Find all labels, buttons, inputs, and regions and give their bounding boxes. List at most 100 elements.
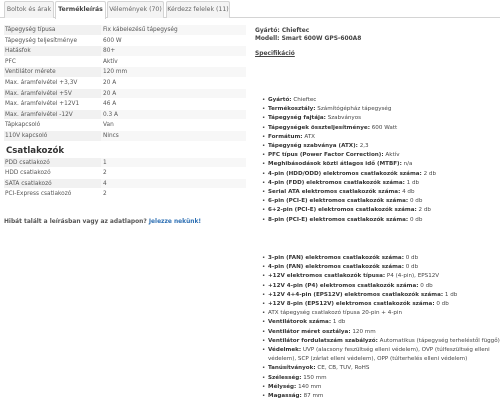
- feature-item: 4-pin (HDD/ODD) elektromos csatlakozók s…: [262, 170, 500, 179]
- spec-key: Max. áramfelvétel +5V: [4, 88, 101, 99]
- feature-item: Formátum: ATX: [262, 133, 500, 142]
- feature-value: 4 db: [402, 189, 415, 196]
- tab-bar: Boltok és árak Termékleírás Vélemények (…: [0, 0, 500, 19]
- feature-item: +12V 4+4-pin (EPS12V) elektromos csatlak…: [262, 291, 500, 300]
- feature-item: 8-pin (PCI-E) elektromos csatlakozók szá…: [262, 216, 500, 225]
- spec-value: 120 mm: [101, 67, 246, 77]
- feature-value: 0 db: [409, 198, 423, 205]
- feature-label: Tápegység fajtája:: [268, 115, 326, 122]
- feature-label: 4-pin (HDD/ODD) elektromos csatlakozók s…: [268, 170, 422, 177]
- spec-row: Tápegység teljesítménye 600 W: [4, 35, 246, 47]
- spec-key: PFC: [4, 56, 101, 67]
- specification-link[interactable]: Specifikáció: [255, 51, 295, 57]
- feature-item: Tanúsítványok: CE, CB, TUV, RoHS: [262, 364, 500, 373]
- feature-item: Magasság: 87 mm: [262, 392, 500, 401]
- feature-label: 6-pin (PCI-E) elektromos csatlakozók szá…: [268, 198, 409, 205]
- spec-value: 80+: [101, 46, 246, 56]
- spec-value: 2: [101, 189, 246, 199]
- spec-value: 0.3 A: [101, 109, 246, 120]
- spec-value: 20 A: [101, 88, 246, 99]
- spec-key: Max. áramfelvétel +12V1: [4, 99, 101, 109]
- feature-value: Számítógépház tápegység: [317, 106, 392, 113]
- feature-value: 1 db: [406, 179, 420, 186]
- feature-value: ATX tápegység csatlakozó típusa 20-pin +…: [268, 310, 402, 317]
- feature-item: Termékosztály: Számítógépház tápegység: [262, 105, 500, 114]
- spec-key: Hatásfok: [4, 46, 101, 56]
- spec-key: HDD csatlakozó: [4, 168, 101, 178]
- report-link[interactable]: Jelezze nekünk!: [149, 219, 201, 225]
- feature-list-extra: 3-pin (FAN) elektromos csatlakozók száma…: [262, 254, 500, 401]
- feature-label: +12V 4-pin (P4) elektromos csatlakozók s…: [268, 282, 419, 289]
- spec-row: 110V kapcsoló Nincs: [4, 130, 246, 142]
- spec-row: PFC Aktív: [4, 56, 246, 68]
- feature-item: Tápegység fajtája: Szabványos: [262, 114, 500, 123]
- spec-row: Hatásfok 80+: [4, 46, 246, 57]
- feature-item: Serial ATA elektromos csatlakozók száma:…: [262, 188, 500, 197]
- feature-item: 4-pin (FDD) elektromos csatlakozók száma…: [262, 179, 500, 188]
- spec-value: Nincs: [101, 130, 246, 141]
- feature-value: 2 db: [418, 207, 431, 214]
- feature-item: 6-pin (PCI-E) elektromos csatlakozók szá…: [262, 197, 500, 206]
- feature-value: 1 db: [444, 291, 458, 298]
- feature-value: Szabványos: [327, 115, 362, 122]
- feature-label: Termékosztály:: [268, 106, 316, 113]
- tab-reviews[interactable]: Vélemények (70): [107, 1, 164, 18]
- model: Modell: Smart 600W GPS-600A8: [255, 36, 362, 42]
- feature-label: Ventilátor méret osztálya:: [268, 328, 351, 335]
- feature-value: Automatikus (tápegység terheléstől függő…: [379, 337, 500, 344]
- spec-value: Aktív: [101, 56, 246, 67]
- tab-product-description[interactable]: Termékleírás: [55, 1, 106, 19]
- feature-label: Gyártó:: [268, 97, 292, 103]
- spec-row: Max. áramfelvétel +3,3V 20 A: [4, 77, 246, 89]
- feature-item: 3-pin (FAN) elektromos csatlakozók száma…: [262, 254, 500, 263]
- feature-value: CE, CB, TUV, RoHS: [317, 365, 370, 372]
- feature-value: 120 mm: [352, 328, 376, 335]
- spec-row: Max. áramfelvétel +12V1 46 A: [4, 99, 246, 110]
- feature-label: 3-pin (FAN) elektromos csatlakozók száma…: [268, 255, 404, 261]
- feature-item: Ventilátor méret osztálya: 120 mm: [262, 328, 500, 337]
- feature-label: Ventilátor fordulatszám szabályzó:: [268, 337, 378, 344]
- feature-item: 6+2-pin (PCI-E) elektromos csatlakozók s…: [262, 206, 500, 215]
- feature-label: Mélység:: [268, 383, 297, 390]
- feature-value: n/a: [403, 161, 413, 168]
- feature-item: Gyártó: Chieftec: [262, 96, 500, 105]
- feature-item: Szélesség: 150 mm: [262, 374, 500, 383]
- tab-questions[interactable]: Kérdezz felelek (11): [166, 1, 230, 18]
- spec-key: Max. áramfelvétel +3,3V: [4, 77, 101, 88]
- feature-label: Védelmek:: [268, 347, 302, 354]
- feature-item: Tápegységek összteljesítménye: 600 Watt: [262, 124, 500, 133]
- spec-row: HDD csatlakozó 2: [4, 168, 246, 179]
- spec-row: Tápkapcsoló Van: [4, 120, 246, 131]
- feature-item: Ventilátor fordulatszám szabályzó: Autom…: [262, 337, 500, 346]
- product-info: Gyártó: Chieftec Modell: Smart 600W GPS-…: [255, 27, 500, 57]
- feature-label: PFC típus (Power Factor Correction):: [268, 152, 384, 159]
- feature-label: 8-pin (PCI-E) elektromos csatlakozók szá…: [268, 216, 409, 223]
- feature-value: 150 mm: [303, 374, 327, 381]
- feature-value: 0 db: [409, 216, 423, 223]
- feature-label: Formátum:: [268, 133, 303, 140]
- feature-label: Magasság:: [268, 393, 302, 400]
- spec-row: PDD csatlakozó 1: [4, 157, 246, 169]
- feature-item: Meghibásodások közti átlagos idő (MTBF):…: [262, 160, 500, 169]
- feature-value: 0 db: [420, 282, 433, 289]
- feature-value: 0 db: [405, 255, 419, 261]
- feature-label: +12V elektromos csatlakozók típusa:: [268, 273, 386, 280]
- spec-key: PDD csatlakozó: [4, 157, 101, 168]
- spec-value: 600 W: [101, 35, 246, 46]
- spec-key: SATA csatlakozó: [4, 178, 101, 189]
- manufacturer: Gyártó: Chieftec: [255, 28, 310, 34]
- spec-row: Max. áramfelvétel -12V 0.3 A: [4, 109, 246, 121]
- feature-value: 87 mm: [303, 393, 324, 400]
- feature-value: 2,3: [359, 143, 369, 150]
- spec-value: 1: [101, 157, 246, 168]
- feature-value: 0 db: [436, 301, 449, 308]
- connectors-heading: Csatlakozók: [6, 145, 65, 156]
- tab-shops-prices[interactable]: Boltok és árak: [4, 1, 54, 18]
- feature-label: Tápegység szabványa (ATX):: [268, 143, 358, 150]
- spec-value: Van: [101, 120, 246, 130]
- feature-label: Tanúsítványok:: [268, 365, 316, 372]
- feature-item: +12V 8-pin (EPS12V) elektromos csatlakoz…: [262, 300, 500, 309]
- spec-table: Tápegység típusa Fix kábelezésű tápegység…: [4, 25, 246, 200]
- spec-value: 4: [101, 178, 246, 189]
- feature-label: 4-pin (FAN) elektromos csatlakozók száma…: [268, 264, 404, 271]
